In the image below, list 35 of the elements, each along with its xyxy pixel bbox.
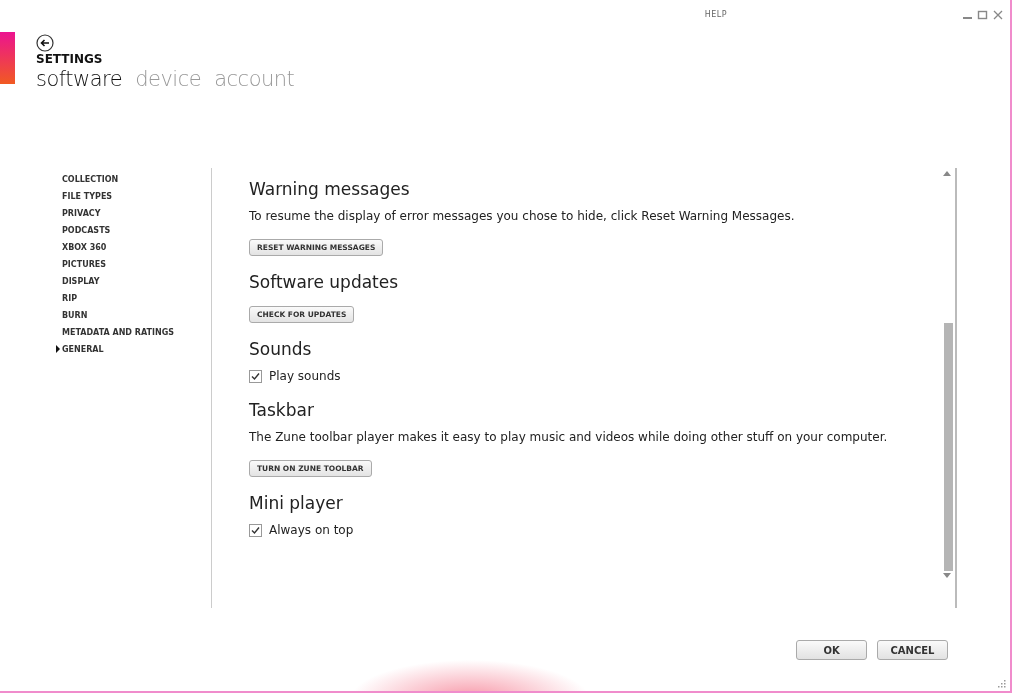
checkbox[interactable] xyxy=(249,369,262,383)
section-heading: Taskbar xyxy=(249,399,315,421)
tab[interactable]: software xyxy=(36,66,123,92)
scroll-thumb[interactable] xyxy=(944,323,953,571)
close-icon[interactable] xyxy=(992,9,1004,21)
sidebar-item[interactable]: RIP xyxy=(53,290,77,307)
sidebar-item[interactable]: DISPLAY xyxy=(53,273,100,290)
section-heading: Warning messages xyxy=(249,178,411,200)
sidebar-item[interactable]: GENERAL xyxy=(53,341,104,358)
accent-bar xyxy=(0,32,15,84)
sidebar-item[interactable]: PICTURES xyxy=(53,256,107,273)
selection-arrow-icon xyxy=(55,345,60,353)
scroll-up-icon[interactable] xyxy=(943,171,951,176)
sidebar-item[interactable]: XBOX 360 xyxy=(53,239,107,256)
scroll-down-icon[interactable] xyxy=(943,573,951,578)
settings-title: SETTINGS xyxy=(36,52,104,66)
sidebar-item[interactable]: COLLECTION xyxy=(53,171,119,188)
sidebar-item[interactable]: METADATA AND RATINGS xyxy=(53,324,174,341)
maximize-icon[interactable] xyxy=(977,9,989,21)
description-text: The Zune toolbar player makes it easy to play music and videos while doing other stuff on your computer. xyxy=(249,429,889,446)
sidebar-item[interactable]: BURN xyxy=(53,307,88,324)
sidebar-item[interactable]: FILE TYPES xyxy=(53,188,113,205)
resize-grip-icon[interactable] xyxy=(997,679,1006,688)
dialog-button[interactable]: CANCEL xyxy=(877,640,948,660)
help-link[interactable]: HELP xyxy=(704,9,727,21)
sidebar-item[interactable]: PODCASTS xyxy=(53,222,111,239)
section-heading: Mini player xyxy=(249,492,344,514)
checkbox-label: Play sounds xyxy=(269,368,341,385)
checkbox[interactable] xyxy=(249,523,262,537)
dialog-button[interactable]: OK xyxy=(796,640,867,660)
description-text: To resume the display of error messages you chose to hide, click Reset Warning Messages. xyxy=(249,208,796,225)
sidebar-item[interactable]: PRIVACY xyxy=(53,205,101,222)
section-heading: Sounds xyxy=(249,338,313,360)
checkbox-label: Always on top xyxy=(269,522,354,539)
section-heading: Software updates xyxy=(249,271,400,293)
